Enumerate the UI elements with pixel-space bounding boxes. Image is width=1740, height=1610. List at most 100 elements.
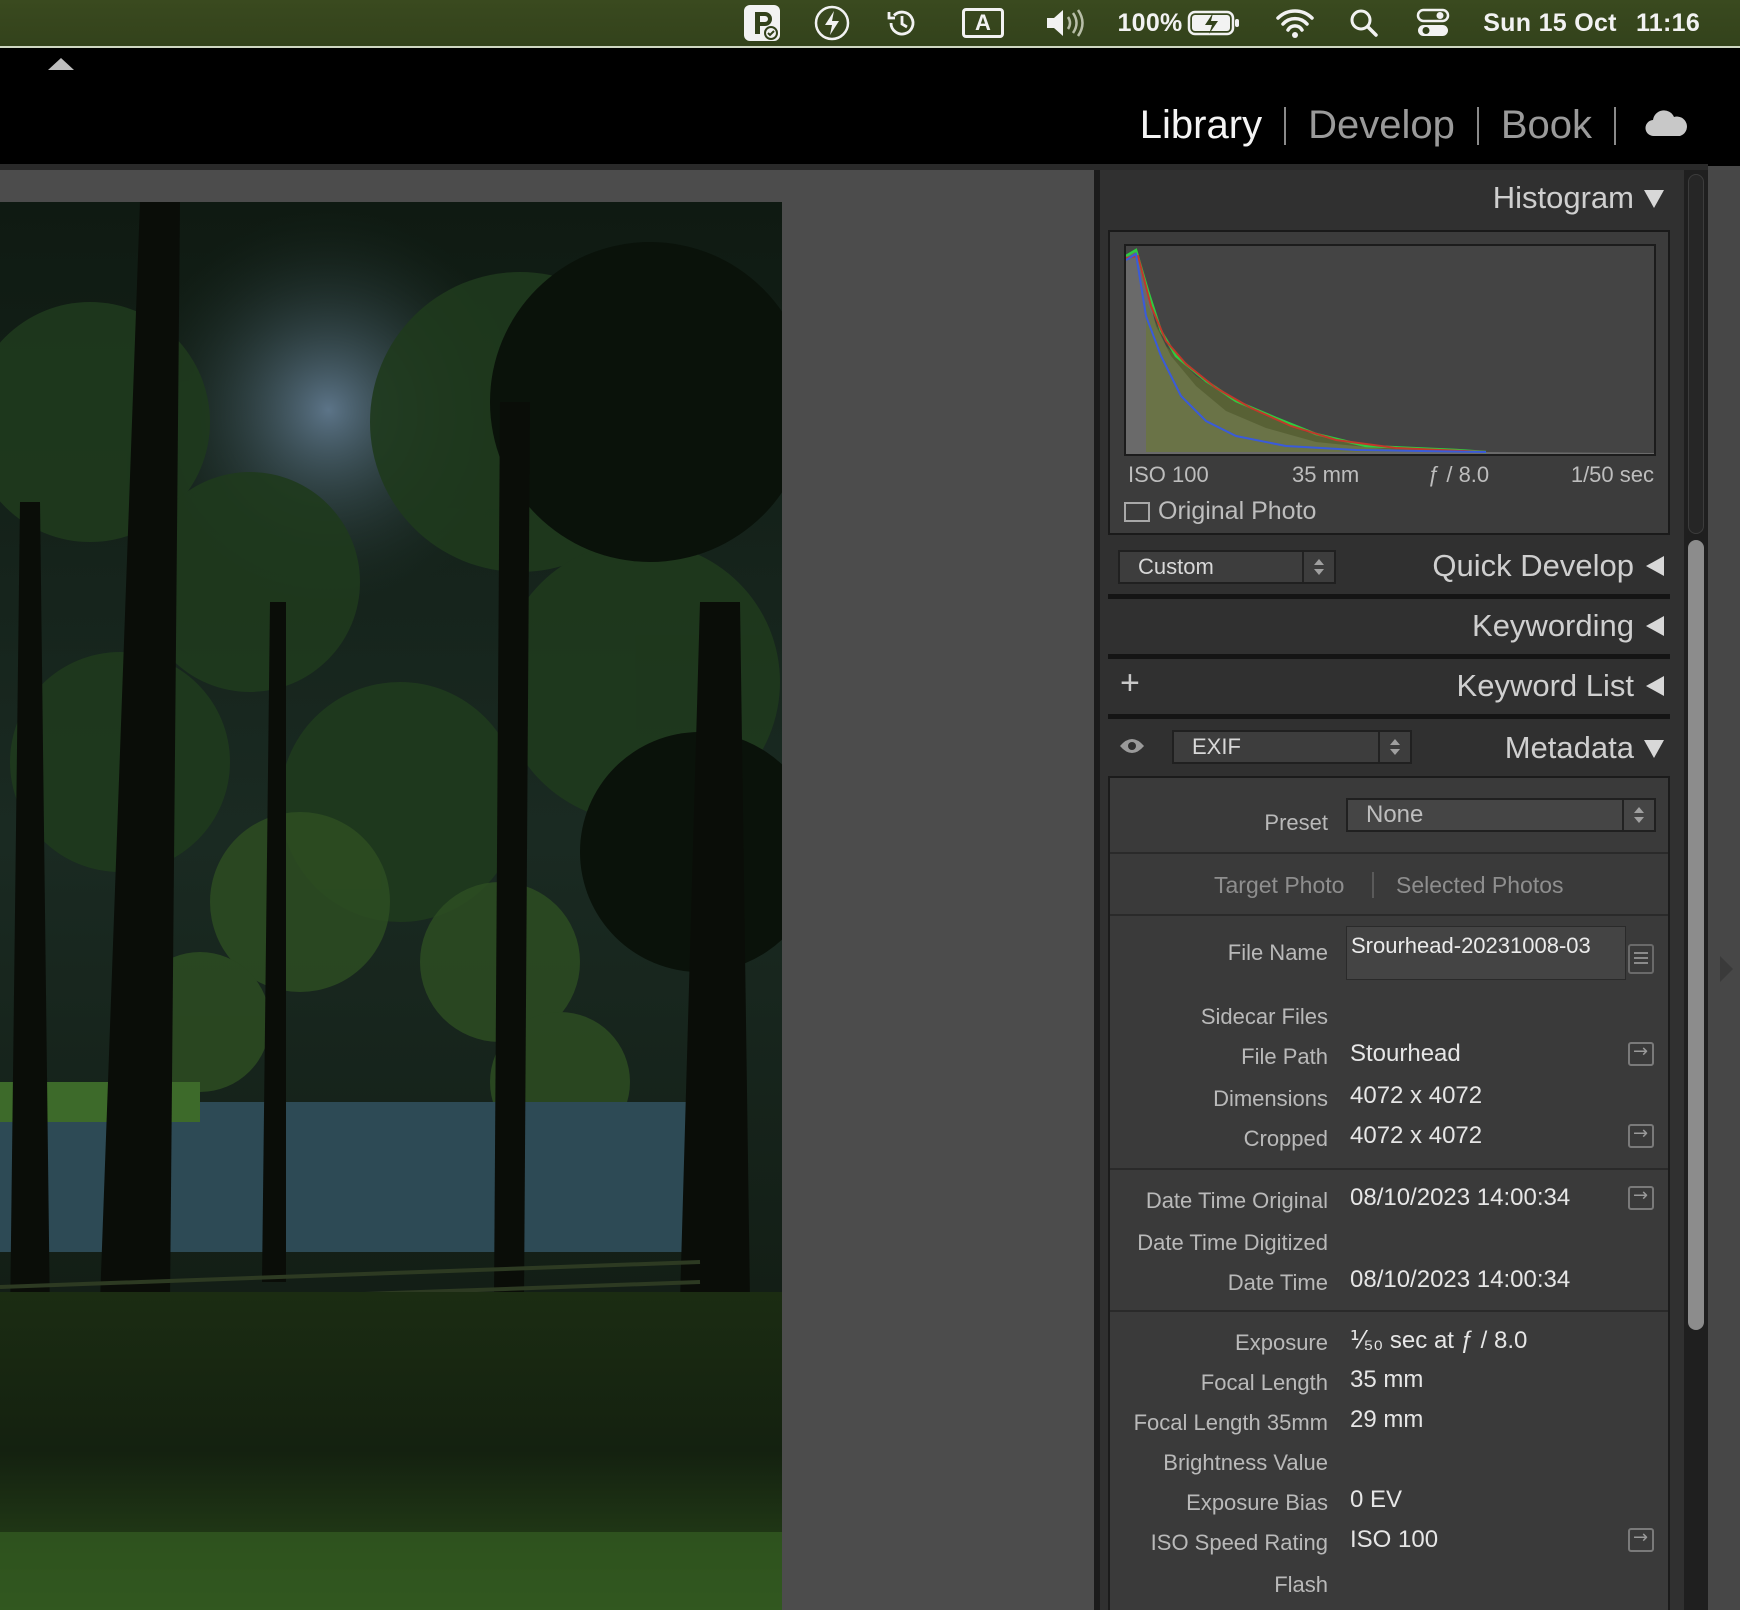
module-separator <box>1614 106 1616 145</box>
flash-label: Flash <box>1274 1572 1328 1597</box>
date-time-original-value: 08/10/2023 14:00:34 <box>1350 1184 1571 1211</box>
focal-length-value: 35 mm <box>1350 1366 1424 1393</box>
collapse-triangle-icon <box>1644 740 1664 758</box>
expand-right-panel-icon[interactable] <box>1720 956 1733 982</box>
quick-develop-header[interactable]: Custom Quick Develop <box>1100 538 1684 594</box>
select-arrows-icon <box>1378 732 1410 762</box>
menubar-date[interactable]: Sun 15 Oct <box>1480 0 1620 46</box>
menubar-time[interactable]: 11:16 <box>1628 0 1708 46</box>
file-path-value: Stourhead <box>1350 1040 1461 1067</box>
loupe-view[interactable] <box>0 170 1094 1610</box>
focal-length-35mm-label: Focal Length 35mm <box>1133 1410 1328 1435</box>
expand-triangle-icon <box>1646 556 1664 576</box>
expand-triangle-icon <box>1646 676 1664 696</box>
input-source-icon[interactable]: A <box>958 0 1008 46</box>
scrollbar-thumb[interactable] <box>1688 540 1704 1330</box>
exposure-value: ⅟₅₀ sec at ƒ / 8.0 <box>1350 1327 1528 1354</box>
original-photo-checkbox[interactable]: Original Photo <box>1124 497 1316 526</box>
exposure-label: Exposure <box>1235 1330 1328 1355</box>
iso-speed-rating-value: ISO 100 <box>1350 1526 1439 1553</box>
file-path-label: File Path <box>1241 1044 1328 1069</box>
quick-develop-preset-select[interactable]: Custom <box>1118 550 1336 584</box>
cloud-sync-icon[interactable] <box>1644 103 1688 148</box>
right-panel: Histogram ISO 100 35 mm ƒ / 8.0 1/50 sec… <box>1100 170 1684 1610</box>
scrollbar-track-top <box>1688 174 1704 534</box>
module-book[interactable]: Book <box>1479 103 1614 148</box>
date-time-value: 08/10/2023 14:00:34 <box>1350 1266 1571 1293</box>
section-separator <box>1110 852 1668 854</box>
control-center-icon[interactable] <box>1410 0 1456 46</box>
metadata-preset-select[interactable]: None <box>1346 798 1656 832</box>
collapse-top-panel-icon[interactable] <box>48 58 74 70</box>
metadata-header[interactable]: EXIF Metadata <box>1100 720 1684 776</box>
section-separator <box>1110 1168 1668 1170</box>
section-separator <box>1110 1310 1668 1312</box>
sidecar-files-label: Sidecar Files <box>1200 1004 1328 1029</box>
file-name-field[interactable]: Srourhead-20231008-03 <box>1346 926 1626 980</box>
keyword-list-header[interactable]: + Keyword List <box>1100 658 1684 714</box>
focal-length-label: Focal Length <box>1200 1370 1328 1395</box>
metadata-view-select[interactable]: EXIF <box>1172 730 1412 764</box>
cropped-jump-button[interactable] <box>1628 1123 1654 1148</box>
flash-icon[interactable] <box>810 0 854 46</box>
dimensions-value: 4072 x 4072 <box>1350 1082 1483 1109</box>
dimensions-label: Dimensions <box>1213 1086 1328 1111</box>
keywording-header[interactable]: Keywording <box>1100 598 1684 654</box>
histogram-aperture: ƒ / 8.0 <box>1428 462 1490 487</box>
file-name-list-icon[interactable] <box>1628 944 1654 974</box>
search-icon[interactable] <box>1342 0 1386 46</box>
wifi-icon[interactable] <box>1272 0 1318 46</box>
module-picker-bar: Library Develop Book <box>0 48 1740 166</box>
collapse-triangle-icon <box>1644 190 1664 208</box>
select-arrows-icon <box>1302 552 1334 582</box>
expand-triangle-icon <box>1646 616 1664 636</box>
histogram-header[interactable]: Histogram <box>1100 170 1684 226</box>
tab-selected-photos[interactable]: Selected Photos <box>1396 872 1564 899</box>
date-time-original-label: Date Time Original <box>1145 1188 1328 1213</box>
select-arrows-icon <box>1622 800 1654 830</box>
module-develop[interactable]: Develop <box>1286 103 1477 148</box>
histogram-shutter: 1/50 sec <box>1570 462 1654 487</box>
original-photo-label: Original Photo <box>1158 497 1317 525</box>
time-machine-icon[interactable] <box>880 0 924 46</box>
histogram-panel: ISO 100 35 mm ƒ / 8.0 1/50 sec Original … <box>1108 230 1670 535</box>
cropped-label: Cropped <box>1243 1126 1328 1151</box>
tab-separator <box>1372 872 1374 898</box>
histogram-focal-length: 35 mm <box>1292 462 1360 487</box>
metadata-title: Metadata <box>1504 730 1634 765</box>
histogram-iso: ISO 100 <box>1128 462 1209 487</box>
exposure-bias-value: 0 EV <box>1350 1486 1403 1513</box>
keyword-list-title: Keyword List <box>1456 668 1634 703</box>
module-picker: Library Develop Book <box>1118 103 1688 148</box>
iso-jump-button[interactable] <box>1628 1527 1654 1552</box>
tab-target-photo[interactable]: Target Photo <box>1214 872 1344 899</box>
checkbox-icon[interactable] <box>1124 501 1150 522</box>
date-time-digitized-label: Date Time Digitized <box>1137 1230 1328 1255</box>
eye-icon[interactable] <box>1118 734 1146 763</box>
quick-develop-title: Quick Develop <box>1432 548 1634 583</box>
date-time-label: Date Time <box>1227 1270 1328 1295</box>
photo-preview[interactable] <box>0 202 782 1610</box>
module-library[interactable]: Library <box>1118 103 1284 148</box>
volume-icon[interactable] <box>1042 0 1090 46</box>
histogram-graph[interactable] <box>1124 244 1656 456</box>
iso-speed-rating-label: ISO Speed Rating <box>1150 1530 1328 1555</box>
battery-percent: 100% <box>1117 8 1183 37</box>
preset-label: Preset <box>1264 810 1328 835</box>
macos-menu-bar: A 100% Sun 15 Oct 11:16 <box>0 0 1740 48</box>
file-name-label: File Name <box>1227 940 1328 965</box>
cropped-value: 4072 x 4072 <box>1350 1122 1483 1149</box>
keywording-title: Keywording <box>1472 608 1634 643</box>
add-keyword-button[interactable]: + <box>1120 664 1140 703</box>
metadata-panel: Preset None Target Photo Selected Photos… <box>1108 776 1670 1610</box>
focal-length-35mm-value: 29 mm <box>1350 1406 1424 1433</box>
pixelmator-icon[interactable] <box>740 0 784 46</box>
file-path-jump-button[interactable] <box>1628 1041 1654 1066</box>
right-panel-edge <box>1708 166 1740 1610</box>
date-time-original-jump-button[interactable] <box>1628 1185 1654 1210</box>
battery-icon[interactable] <box>1186 0 1242 46</box>
panel-separator <box>1108 714 1670 719</box>
brightness-value-label: Brightness Value <box>1163 1450 1328 1475</box>
section-separator <box>1110 914 1668 916</box>
exposure-bias-label: Exposure Bias <box>1186 1490 1328 1515</box>
